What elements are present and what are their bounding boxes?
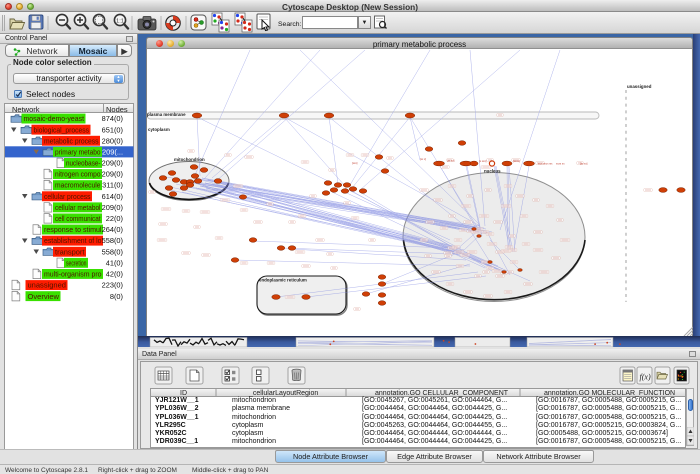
svg-text:nucleus: nucleus [484, 169, 501, 174]
svg-text:[xx xx]: [xx xx] [447, 159, 455, 163]
svg-text:xxxx xx: xxxx xx [556, 163, 565, 166]
svg-text:cell communicat: cell communicat [55, 214, 101, 223]
svg-text:xxx xxxx xxx: xxx xxxx xxx [538, 163, 553, 166]
svg-text:209(...: 209(... [102, 147, 123, 156]
svg-text:unassigned: unassigned [28, 281, 67, 290]
svg-text:223(0): 223(0) [102, 281, 123, 290]
svg-text:209(0): 209(0) [102, 159, 123, 168]
svg-text:cellular metabol: cellular metabol [55, 203, 101, 212]
svg-text:[xx x]: [xx x] [420, 157, 426, 161]
svg-text:nitrogen compo: nitrogen compo [55, 170, 101, 179]
svg-text:[x xxx]: [x xxx] [479, 159, 487, 163]
svg-text:264(0): 264(0) [102, 225, 123, 234]
svg-text:cellular process: cellular process [44, 192, 91, 201]
svg-text:cytoplasm: cytoplasm [148, 127, 170, 132]
svg-text:multi-organism pro: multi-organism pro [44, 270, 102, 279]
svg-text:280(0): 280(0) [102, 136, 123, 145]
svg-text:311(0): 311(0) [102, 181, 123, 190]
svg-text:response to stimul: response to stimul [44, 225, 102, 234]
svg-text:plasma membrane: plasma membrane [147, 112, 186, 117]
svg-text:22(0): 22(0) [106, 214, 123, 223]
svg-text:1:1: 1:1 [116, 18, 124, 24]
svg-text:primary metabo: primary metabo [55, 147, 101, 156]
svg-text:f(x): f(x) [640, 373, 651, 382]
svg-text:mosaic-demo-yeast: mosaic-demo-yeast [24, 114, 85, 123]
svg-text:metabolic process: metabolic process [44, 136, 99, 145]
svg-text:[xxx]: [xxx] [352, 161, 358, 165]
svg-text:874(0): 874(0) [102, 114, 123, 123]
svg-text:mitochondrion: mitochondrion [174, 157, 205, 162]
svg-text:209(0): 209(0) [102, 203, 123, 212]
svg-text:558(0): 558(0) [102, 236, 123, 245]
svg-text:41(0): 41(0) [106, 258, 123, 267]
svg-text:42(0): 42(0) [106, 270, 123, 279]
svg-text:establishment of lo: establishment of lo [44, 236, 102, 245]
svg-text:8(0): 8(0) [110, 292, 123, 301]
svg-text:secretion: secretion [66, 258, 87, 267]
svg-text:macromolecule: macromolecule [55, 181, 101, 190]
svg-text:endoplasmic reticulum: endoplasmic reticulum [259, 278, 307, 283]
svg-text:614(0): 614(0) [102, 192, 123, 201]
svg-text:651(0): 651(0) [102, 125, 123, 134]
svg-text:nucleobase-: nucleobase- [66, 159, 101, 168]
svg-text:[xxxx]: [xxxx] [513, 159, 520, 163]
svg-text:Overview: Overview [28, 292, 60, 301]
svg-text:biological_process: biological_process [34, 125, 90, 134]
svg-text:unassigned: unassigned [627, 84, 652, 89]
svg-text:209(0): 209(0) [102, 170, 123, 179]
svg-text:558(0): 558(0) [102, 247, 123, 256]
svg-text:Search:: Search: [278, 21, 302, 28]
svg-text:transport: transport [55, 247, 85, 256]
svg-text:[xx xx]: [xx xx] [580, 162, 588, 166]
